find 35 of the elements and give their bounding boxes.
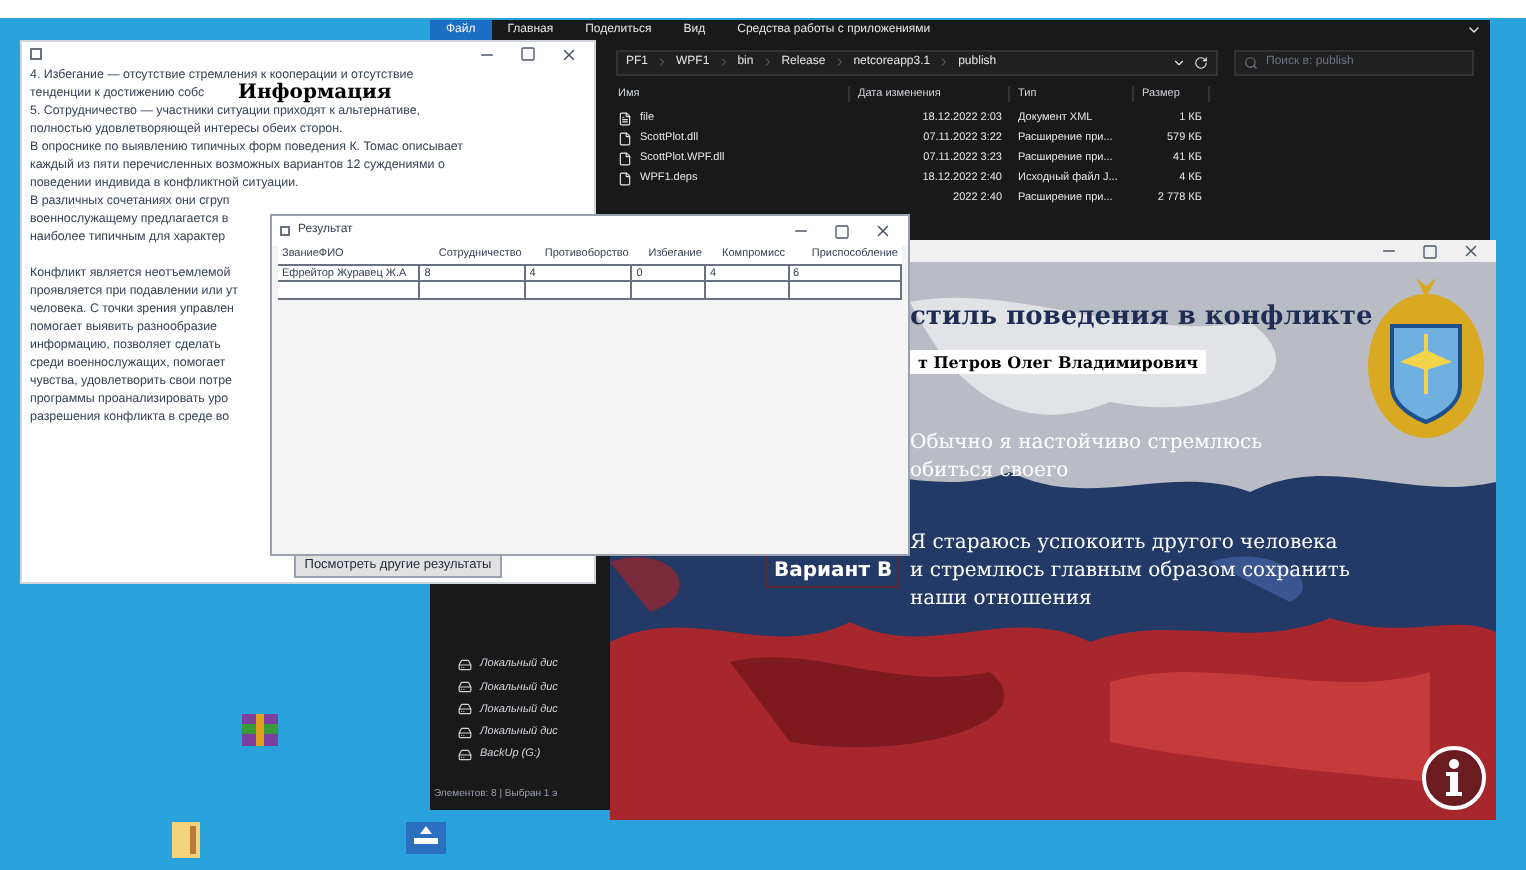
search-icon [1244,55,1258,69]
drive-icon [458,747,472,762]
drive-icon [458,725,472,740]
maximize-icon[interactable] [1422,243,1438,259]
chevron-right-icon [761,56,774,68]
maximize-icon[interactable] [520,46,536,62]
drive-icon [458,702,472,717]
close-icon[interactable] [874,222,892,240]
chevron-icon[interactable] [1172,55,1186,69]
chevron-right-icon [656,56,669,68]
chevron-icon[interactable] [1466,22,1482,38]
test-title: стиль поведения в конфликте [910,300,1375,336]
drive-icon [458,657,472,672]
archive-icon[interactable] [240,710,280,750]
info-icon[interactable] [1420,744,1488,812]
file-icon [618,151,632,165]
file-icon [618,111,632,125]
chevron-right-icon [938,56,951,68]
info-heading: Информация [238,82,392,104]
option-text[interactable]: и стремлюсь главным образом сохранить [910,557,1350,585]
file-icon [618,171,632,185]
chevron-right-icon [833,56,846,68]
participant-name: т Петров Олег Владимирович [910,349,1207,373]
close-icon[interactable] [1462,242,1480,260]
option-text[interactable]: наши отношения [910,585,1092,613]
drive-icon [458,680,472,695]
app-shortcut-icon[interactable] [404,820,448,860]
app-icon [280,226,290,236]
app-icon [30,48,42,60]
chevron-right-icon [717,56,730,68]
close-icon[interactable] [560,45,578,63]
option-text[interactable]: Я стараюсь успокоить другого человека [910,529,1338,557]
refresh-icon[interactable] [1194,55,1208,69]
maximize-icon[interactable] [834,223,850,239]
file-icon [618,131,632,145]
